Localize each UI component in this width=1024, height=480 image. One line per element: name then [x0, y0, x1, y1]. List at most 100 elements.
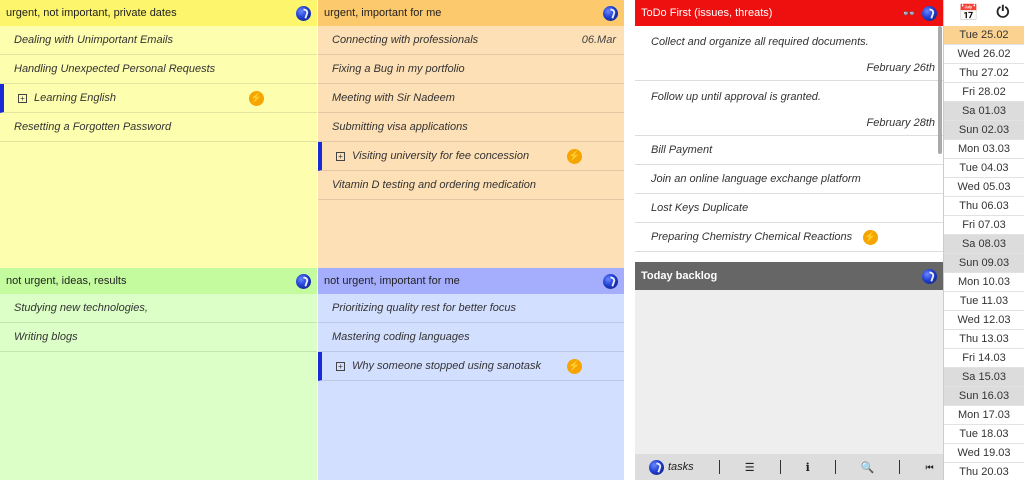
calendar-day[interactable]: Mon 03.03 — [944, 140, 1024, 159]
task-label: Studying new technologies, — [14, 302, 148, 314]
plus-box-icon[interactable]: + — [336, 152, 345, 161]
lightning-icon[interactable]: ⚡ — [567, 358, 582, 374]
calendar-day[interactable]: Sa 01.03 — [944, 102, 1024, 121]
task-label: Fixing a Bug in my portfolio — [332, 63, 465, 75]
task-item[interactable]: Submitting visa applications — [318, 113, 624, 142]
todo-item[interactable]: Preparing Chemistry Chemical Reactions ⚡ — [635, 223, 943, 252]
search-icon[interactable]: 🔍 — [861, 461, 875, 474]
todo-label: Join an online language exchange platfor… — [651, 173, 861, 185]
task-item[interactable]: Connecting with professionals 06.Mar — [318, 26, 624, 55]
task-item[interactable]: Writing blogs — [0, 323, 317, 352]
quadrant-header: urgent, important for me — [318, 0, 624, 26]
task-item[interactable]: + Learning English ⚡ — [0, 84, 317, 113]
calendar-icon[interactable]: 📅 — [959, 3, 979, 23]
calendar-day[interactable]: Sun 16.03 — [944, 387, 1024, 406]
globe-icon[interactable] — [296, 5, 311, 21]
task-item[interactable]: Resetting a Forgotten Password — [0, 113, 317, 142]
todo-label: Preparing Chemistry Chemical Reactions — [651, 231, 853, 243]
calendar-day[interactable]: Sa 15.03 — [944, 368, 1024, 387]
info-icon[interactable]: i — [806, 461, 810, 474]
plus-box-icon[interactable]: + — [18, 94, 27, 103]
task-label: Dealing with Unimportant Emails — [14, 34, 173, 46]
calendar-day[interactable]: Sun 02.03 — [944, 121, 1024, 140]
todo-scrollbar[interactable] — [938, 26, 942, 154]
task-label: Learning English — [34, 92, 116, 104]
todo-label: Follow up until approval is granted. — [651, 91, 821, 103]
eye-icon[interactable]: 👓 — [902, 7, 916, 20]
calendar-day[interactable]: Tue 18.03 — [944, 425, 1024, 444]
task-item[interactable]: Dealing with Unimportant Emails — [0, 26, 317, 55]
todo-item[interactable]: Follow up until approval is granted. Feb… — [635, 81, 943, 136]
task-item[interactable]: Meeting with Sir Nadeem — [318, 84, 624, 113]
calendar-day[interactable]: Tue 25.02 — [944, 26, 1024, 45]
calendar-day[interactable]: Tue 04.03 — [944, 159, 1024, 178]
calendar-day[interactable]: Thu 27.02 — [944, 64, 1024, 83]
todo-due-date: February 28th — [866, 117, 935, 129]
toolbar-divider — [899, 460, 901, 474]
calendar-day[interactable]: Wed 26.02 — [944, 45, 1024, 64]
globe-icon[interactable] — [296, 273, 311, 289]
todo-item[interactable]: Collect and organize all required docume… — [635, 26, 943, 81]
calendar-day[interactable]: Mon 10.03 — [944, 273, 1024, 292]
todo-item[interactable]: Bill Payment — [635, 136, 943, 165]
calendar-day[interactable]: Mon 17.03 — [944, 406, 1024, 425]
calendar-day[interactable]: Wed 19.03 — [944, 444, 1024, 463]
calendar-sidebar: 📅 ⏻ Tue 25.02 Wed 26.02 Thu 27.02 Fri 28.02… — [943, 0, 1024, 480]
task-item[interactable]: + Visiting university for fee concession … — [318, 142, 624, 171]
calendar-day[interactable]: Sun 09.03 — [944, 254, 1024, 273]
task-label: Visiting university for fee concession — [352, 150, 530, 162]
todo-due-date: February 26th — [866, 62, 935, 74]
todo-item[interactable]: Lost Keys Duplicate — [635, 194, 943, 223]
task-item[interactable]: Studying new technologies, — [0, 294, 317, 323]
todo-header: ToDo First (issues, threats) 👓 — [635, 0, 943, 26]
task-label: Prioritizing quality rest for better foc… — [332, 302, 517, 314]
tasks-button[interactable]: tasks — [649, 459, 694, 475]
calendar-day[interactable]: Fri 07.03 — [944, 216, 1024, 235]
globe-icon[interactable] — [922, 5, 937, 21]
skip-back-icon[interactable]: ⏮ — [925, 462, 933, 473]
calendar-day[interactable]: Thu 13.03 — [944, 330, 1024, 349]
calendar-day[interactable]: Fri 28.02 — [944, 83, 1024, 102]
todo-item[interactable]: Join an online language exchange platfor… — [635, 165, 943, 194]
power-icon[interactable]: ⏻ — [996, 4, 1009, 22]
bottom-toolbar: tasks ☰ i 🔍 ⏮ — [635, 454, 943, 480]
backlog-header: Today backlog — [635, 262, 943, 290]
todo-label: Collect and organize all required docume… — [651, 36, 869, 48]
quadrant-title: urgent, not important, private dates — [6, 7, 177, 19]
task-label: Resetting a Forgotten Password — [14, 121, 172, 133]
task-item[interactable]: + Why someone stopped using sanotask ⚡ — [318, 352, 624, 381]
toolbar-divider — [779, 460, 781, 474]
plus-box-icon[interactable]: + — [336, 362, 345, 371]
todo-label: Lost Keys Duplicate — [651, 202, 749, 214]
globe-icon[interactable] — [603, 5, 618, 21]
globe-icon[interactable] — [603, 273, 618, 289]
lightning-icon[interactable]: ⚡ — [863, 230, 878, 245]
calendar-day[interactable]: Fri 14.03 — [944, 349, 1024, 368]
task-item[interactable]: Handling Unexpected Personal Requests — [0, 55, 317, 84]
task-item[interactable]: Vitamin D testing and ordering medicatio… — [318, 171, 624, 200]
calendar-day-list: Tue 25.02 Wed 26.02 Thu 27.02 Fri 28.02 Sa 0… — [944, 26, 1024, 480]
list-icon[interactable]: ☰ — [745, 461, 755, 474]
calendar-header: 📅 ⏻ — [944, 0, 1024, 26]
quadrant-urgent-important: urgent, important for me Connecting with… — [318, 0, 625, 268]
globe-icon[interactable] — [922, 268, 937, 284]
calendar-day[interactable]: Thu 06.03 — [944, 197, 1024, 216]
quadrant-not-urgent-important: not urgent, important for me Prioritizin… — [318, 268, 625, 480]
quadrant-header: urgent, not important, private dates — [0, 0, 317, 26]
calendar-day[interactable]: Wed 05.03 — [944, 178, 1024, 197]
quadrant-urgent-not-important: urgent, not important, private dates Dea… — [0, 0, 318, 268]
backlog-title: Today backlog — [641, 270, 718, 282]
quadrant-header: not urgent, ideas, results — [0, 268, 317, 294]
todo-first-panel: ToDo First (issues, threats) 👓 Collect a… — [635, 0, 943, 262]
task-item[interactable]: Mastering coding languages — [318, 323, 624, 352]
calendar-day[interactable]: Thu 20.03 — [944, 463, 1024, 480]
lightning-icon[interactable]: ⚡ — [249, 90, 264, 106]
calendar-day[interactable]: Wed 12.03 — [944, 311, 1024, 330]
task-item[interactable]: Fixing a Bug in my portfolio — [318, 55, 624, 84]
globe-icon — [649, 459, 664, 475]
calendar-day[interactable]: Sa 08.03 — [944, 235, 1024, 254]
task-item[interactable]: Prioritizing quality rest for better foc… — [318, 294, 624, 323]
calendar-day[interactable]: Tue 11.03 — [944, 292, 1024, 311]
quadrant-title: urgent, important for me — [324, 7, 442, 19]
lightning-icon[interactable]: ⚡ — [567, 148, 582, 164]
